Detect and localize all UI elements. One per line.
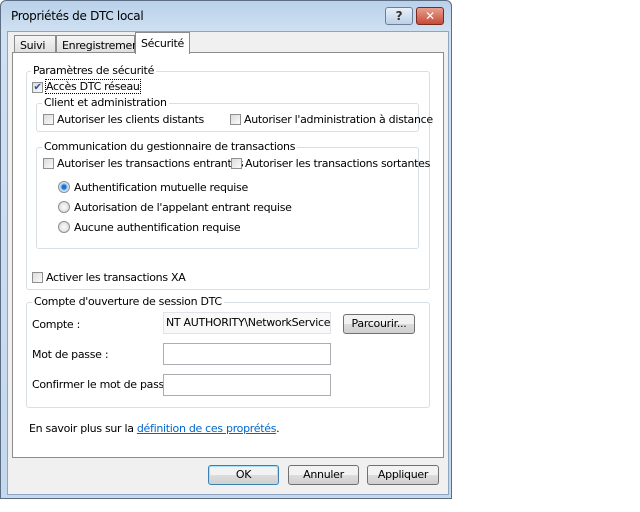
learn-more-suffix: . bbox=[276, 422, 280, 435]
dtc-logon-label: Compte d'ouverture de session DTC bbox=[32, 295, 224, 308]
account-label: Compte : bbox=[32, 318, 80, 331]
password-label: Mot de passe : bbox=[32, 348, 109, 361]
security-settings-label: Paramètres de sécurité bbox=[31, 64, 157, 77]
incoming-caller-auth-radio[interactable] bbox=[58, 201, 70, 213]
account-field[interactable]: NT AUTHORITY\NetworkService bbox=[163, 312, 331, 334]
allow-remote-clients-label[interactable]: Autoriser les clients distants bbox=[57, 113, 204, 126]
confirm-password-label: Confirmer le mot de passe : bbox=[32, 378, 178, 391]
learn-more-text: En savoir plus sur la définition de ces … bbox=[29, 422, 280, 435]
learn-more-prefix: En savoir plus sur la bbox=[29, 422, 137, 435]
no-auth-label[interactable]: Aucune authentification requise bbox=[74, 221, 241, 234]
allow-remote-clients-checkbox[interactable] bbox=[43, 114, 54, 125]
confirm-password-field[interactable] bbox=[163, 374, 331, 396]
enable-xa-label[interactable]: Activer les transactions XA bbox=[46, 271, 186, 284]
properties-definition-link[interactable]: définition de ces proprétés bbox=[137, 422, 277, 435]
no-auth-radio[interactable] bbox=[58, 221, 70, 233]
tab-suivi[interactable]: Suivi bbox=[14, 35, 56, 53]
allow-outbound-label[interactable]: Autoriser les transactions sortantes bbox=[245, 157, 430, 170]
incoming-caller-auth-label[interactable]: Autorisation de l'appelant entrant requi… bbox=[74, 201, 292, 214]
close-button[interactable]: ✕ bbox=[416, 7, 444, 25]
allow-remote-admin-checkbox[interactable] bbox=[230, 114, 241, 125]
cancel-button[interactable]: Annuler bbox=[288, 465, 359, 485]
enable-xa-checkbox[interactable] bbox=[32, 272, 43, 283]
network-access-checkbox[interactable]: ✔ bbox=[32, 82, 43, 93]
client-admin-label: Client et administration bbox=[42, 96, 169, 109]
window-title: Propriétés de DTC local bbox=[11, 9, 144, 23]
tab-enregistrement[interactable]: Enregistrement bbox=[56, 35, 143, 53]
allow-remote-admin-label[interactable]: Autoriser l'administration à distance bbox=[244, 113, 433, 126]
mutual-auth-radio[interactable] bbox=[58, 181, 70, 193]
network-access-label[interactable]: Accès DTC réseau bbox=[45, 79, 141, 94]
allow-inbound-checkbox[interactable] bbox=[43, 158, 54, 169]
browse-button[interactable]: Parcourir... bbox=[343, 314, 415, 334]
tab-securite[interactable]: Sécurité bbox=[135, 32, 190, 54]
allow-inbound-label[interactable]: Autoriser les transactions entrantes bbox=[57, 157, 244, 170]
password-field[interactable] bbox=[163, 343, 331, 365]
tm-communication-label: Communication du gestionnaire de transac… bbox=[42, 140, 298, 153]
allow-outbound-checkbox[interactable] bbox=[231, 158, 242, 169]
help-button[interactable]: ? bbox=[385, 7, 413, 25]
mutual-auth-label[interactable]: Authentification mutuelle requise bbox=[74, 181, 248, 194]
ok-button[interactable]: OK bbox=[208, 465, 279, 485]
apply-button[interactable]: Appliquer bbox=[367, 465, 439, 485]
